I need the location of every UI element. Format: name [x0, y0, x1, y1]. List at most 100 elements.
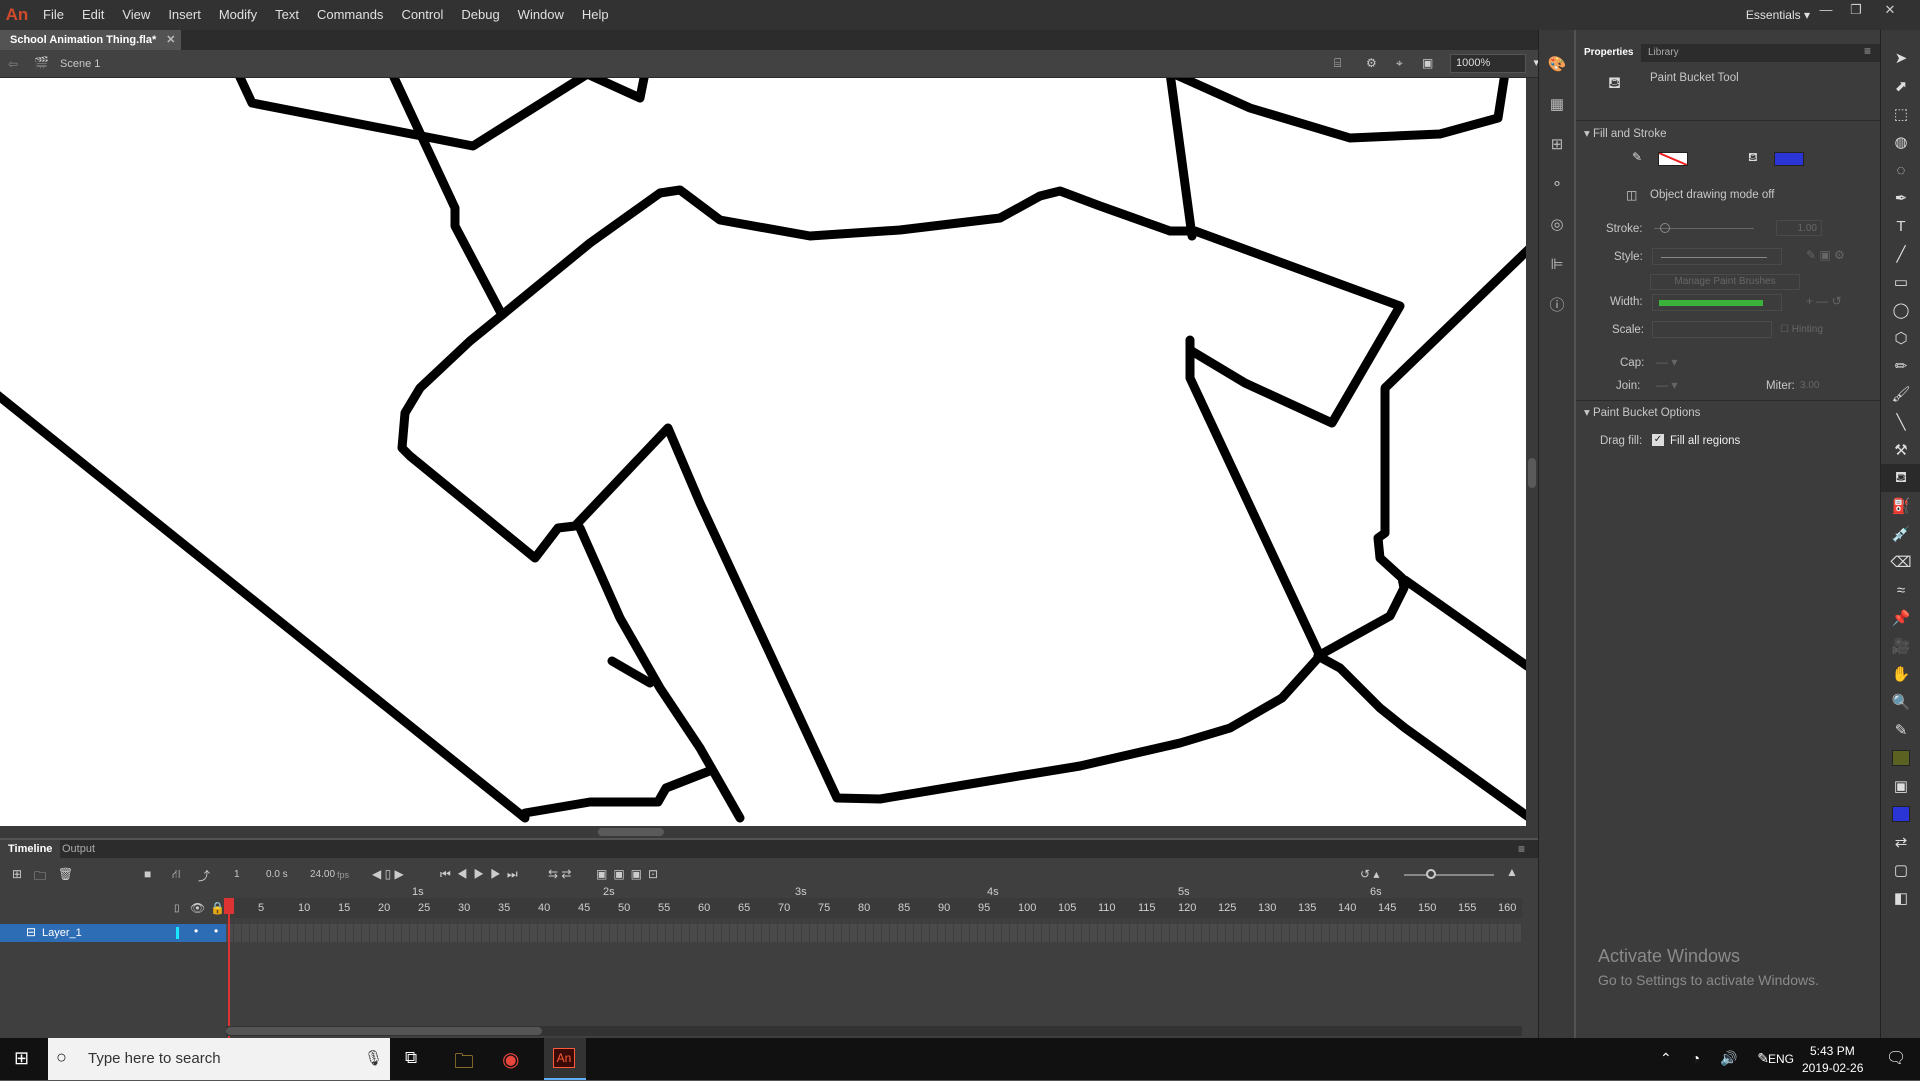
fill-color-icon[interactable]: ▣ [1881, 772, 1920, 800]
section-toggle-fill[interactable]: ▾ Fill and Stroke [1584, 126, 1666, 140]
stroke-color-swatch[interactable] [1658, 152, 1688, 166]
section-toggle-bucket[interactable]: ▾ Paint Bucket Options [1584, 405, 1700, 419]
camera-tool-icon[interactable]: 🎥 [1881, 632, 1920, 660]
back-arrow-icon[interactable]: ⇦ [8, 57, 18, 71]
menu-window[interactable]: Window [509, 0, 573, 30]
playback-controls[interactable]: ⏮◀▶▶⏭ [440, 867, 524, 882]
pencil-tool-icon[interactable]: ✏ [1881, 352, 1920, 380]
motion-presets-icon[interactable]: ⚬ [1539, 164, 1575, 204]
width-select[interactable] [1652, 294, 1782, 311]
file-explorer-icon[interactable]: 🗀 [454, 1047, 474, 1081]
menu-file[interactable]: File [34, 0, 73, 30]
stroke-color-swatch[interactable] [1881, 744, 1920, 772]
stage-drawing[interactable] [0, 78, 1526, 826]
edit-scene-icon[interactable]: ⌸ [1334, 56, 1341, 71]
transform-icon[interactable]: ⊞ [1539, 124, 1575, 164]
task-view-icon[interactable]: ⧉ [405, 1048, 417, 1068]
info-icon[interactable]: ⓘ [1539, 284, 1575, 324]
selection-tool-icon[interactable]: ➤ [1881, 44, 1920, 72]
onion-skin-icons[interactable]: ▣▣▣⊡ [596, 867, 664, 881]
document-tab[interactable]: School Animation Thing.fla* ✕ [0, 30, 182, 50]
scale-select[interactable] [1652, 321, 1772, 338]
clip-stage-icon[interactable]: ▣ [1422, 56, 1433, 70]
rectangle-tool-icon[interactable]: ▭ [1881, 268, 1920, 296]
text-tool-icon[interactable]: T [1881, 212, 1920, 240]
menu-commands[interactable]: Commands [308, 0, 392, 30]
menu-debug[interactable]: Debug [452, 0, 508, 30]
fill-all-checkbox[interactable]: ✓ [1652, 434, 1664, 446]
clock-date[interactable]: 2019-02-26 [1802, 1061, 1863, 1075]
playhead[interactable] [228, 898, 230, 1038]
lock-dot[interactable]: • [214, 924, 218, 938]
join-select[interactable]: — ▾ [1656, 378, 1677, 392]
brush-icons[interactable]: ✎ ▣ ⚙ [1806, 248, 1845, 262]
zoom-select[interactable]: 1000% ▾ [1450, 54, 1539, 73]
panel-menu-icon[interactable]: ≡ [1864, 44, 1871, 58]
color-panel-icon[interactable]: 🎨 [1539, 44, 1575, 84]
layer-name[interactable]: Layer_1 [42, 927, 82, 939]
menu-help[interactable]: Help [573, 0, 618, 30]
layer-frames[interactable] [226, 924, 1522, 942]
paint-bucket-tool-icon[interactable]: ⛾ [1881, 464, 1920, 492]
ink-bottle-icon[interactable]: ⛽ [1881, 492, 1920, 520]
center-stage-icon[interactable]: ⌖ [1396, 56, 1403, 71]
brush-tool-icon[interactable]: ╲ [1881, 408, 1920, 436]
animate-taskbar-button[interactable]: An [544, 1038, 586, 1080]
eraser-icon[interactable]: ⌫ [1881, 548, 1920, 576]
menu-edit[interactable]: Edit [73, 0, 113, 30]
visibility-dot[interactable]: • [194, 924, 198, 938]
tray-icons[interactable]: ⌃ ◔ 🔊 ✎ [1660, 1050, 1777, 1067]
stage-vertical-scrollbar[interactable] [1526, 78, 1538, 838]
close-button[interactable]: ✕ [1876, 0, 1904, 22]
stroke-color-icon[interactable]: ✎ [1881, 716, 1920, 744]
hinting-checkbox[interactable]: ☐ Hinting [1780, 324, 1823, 335]
restore-button[interactable]: ❐ [1842, 0, 1870, 22]
line-tool-icon[interactable]: ╱ [1881, 240, 1920, 268]
layer-parenting-icon[interactable]: ⛙ [172, 867, 180, 883]
cc-libraries-icon[interactable]: ◎ [1539, 204, 1575, 244]
stage-horizontal-scrollbar[interactable] [0, 826, 1526, 838]
playhead-handle[interactable] [224, 898, 234, 914]
style-select[interactable] [1652, 248, 1782, 265]
fill-color-swatch[interactable] [1881, 800, 1920, 828]
pen-tool-icon[interactable]: ✒ [1881, 184, 1920, 212]
panel-menu-icon[interactable]: ≡ [1518, 842, 1525, 856]
stroke-value[interactable]: 1.00 [1776, 220, 1822, 236]
taskbar-search[interactable]: ○ Type here to search 🎙 [48, 1038, 390, 1080]
mountain-icon[interactable]: ▲ [1506, 865, 1518, 879]
workspace-switcher[interactable]: Essentials ▾ [1746, 0, 1810, 30]
tab-library[interactable]: Library [1648, 44, 1679, 62]
layer-row[interactable]: ⊟ Layer_1 • • [0, 924, 226, 942]
object-drawing-icon[interactable]: ◫ [1626, 188, 1637, 202]
eyedropper-icon[interactable]: 💉 [1881, 520, 1920, 548]
eye-icon[interactable]: 👁 [190, 901, 205, 915]
align-icon[interactable]: ⊫ [1539, 244, 1575, 284]
prev-keyframe-icon[interactable]: ◀ ▯ ▶ [372, 867, 404, 881]
tab-properties[interactable]: Properties [1576, 44, 1642, 62]
menu-insert[interactable]: Insert [159, 0, 210, 30]
swatches-icon[interactable]: ▦ [1539, 84, 1575, 124]
polystar-tool-icon[interactable]: ⬡ [1881, 324, 1920, 352]
slider-handle[interactable] [1426, 869, 1436, 879]
lasso-icon[interactable]: ◌ [1881, 156, 1920, 184]
menu-control[interactable]: Control [392, 0, 452, 30]
slider-handle[interactable] [1660, 223, 1670, 233]
outline-icon[interactable]: ▯ [174, 903, 180, 914]
oval-tool-icon[interactable]: ◯ [1881, 296, 1920, 324]
loop-icon[interactable]: ⇆ ⇄ [548, 867, 571, 881]
menu-text[interactable]: Text [266, 0, 308, 30]
microphone-icon[interactable]: 🎙 [364, 1049, 383, 1067]
width-profile-icons[interactable]: + — ↺ [1806, 294, 1842, 308]
zoom-tool-icon[interactable]: 🔍 [1881, 688, 1920, 716]
width-tool-icon[interactable]: ≈ [1881, 576, 1920, 604]
fill-color-swatch[interactable] [1774, 152, 1804, 166]
hand-tool-icon[interactable]: ✋ [1881, 660, 1920, 688]
stage-canvas[interactable] [0, 78, 1526, 826]
minimize-button[interactable]: — [1812, 0, 1840, 22]
graph-icon[interactable]: ⤴ [198, 867, 210, 884]
manage-brushes-button[interactable]: Manage Paint Brushes [1650, 274, 1800, 290]
bone-tool-icon[interactable]: ⚒ [1881, 436, 1920, 464]
cap-select[interactable]: — ▾ [1656, 355, 1677, 369]
center-frame-icon[interactable]: ↺ ▴ [1360, 867, 1379, 881]
clock-time[interactable]: 5:43 PM [1810, 1044, 1855, 1058]
